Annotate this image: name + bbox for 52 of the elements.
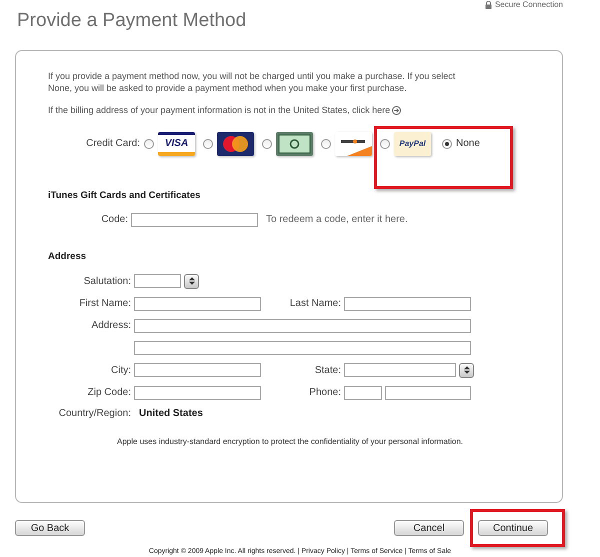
stepper-button[interactable] [184,274,199,288]
field-label: Country/Region: [58,408,132,418]
input-field[interactable] [134,363,261,377]
field-label: State: [314,364,342,376]
secure-connection-label: Secure Connection [494,0,563,9]
field-label: Phone: [308,387,342,398]
input-field[interactable] [134,296,261,310]
radio-button[interactable] [262,138,272,148]
lock-icon [484,0,492,8]
up-down-arrows-icon [188,277,194,285]
field-label: Last Name: [288,298,342,309]
radio-button[interactable] [380,138,390,148]
intro-paragraph: If you provide a payment method now, you will not be charged until you make a purchase. If you select None, you will be asked to provide a payment method when you make your first purchase. [48,71,456,94]
card-logo-icon [217,132,254,156]
action-button[interactable]: Continue [478,520,548,536]
section-heading: iTunes Gift Cards and Certificates [48,190,202,200]
field-label: Zip Code: [86,387,132,398]
input-field[interactable] [134,274,181,288]
field-label: Salutation: [82,276,132,286]
credit-card-label: Credit Card: [85,136,140,150]
card-logo-icon [276,132,313,156]
input-field[interactable] [344,296,471,310]
stepper-button[interactable] [459,362,474,378]
billing-note: If the billing address of your payment information is not in the United States, click here [48,105,390,115]
field-label: Code: [100,214,129,225]
field-value: United States [138,408,203,418]
encryption-note: Apple uses industry-standard encryption to protect the confidentiality of your personal information. [116,436,464,446]
card-logo-text: VISA [164,138,190,150]
card-logo-icon [335,132,372,156]
card-logo-text: PayPal [398,138,427,150]
field-label: Address: [90,320,132,331]
page-title: Provide a Payment Method [17,10,246,32]
action-button[interactable]: Go Back [15,520,85,536]
option-label: None [456,138,480,149]
action-button[interactable]: Cancel [394,520,464,536]
section-heading: Address [48,250,88,262]
input-field[interactable] [134,318,471,332]
radio-button[interactable] [144,138,154,148]
input-field[interactable] [134,386,261,400]
radio-button[interactable] [442,138,452,148]
hint-text: To redeem a code, enter it here. [266,214,408,225]
input-field[interactable] [344,386,382,400]
input-field[interactable] [344,363,456,377]
up-down-arrows-icon [464,366,470,374]
arrow-circle-icon[interactable] [392,106,402,115]
input-field[interactable] [131,212,258,226]
radio-button[interactable] [321,138,331,148]
input-field[interactable] [385,386,471,400]
radio-button[interactable] [203,138,213,148]
field-label: First Name: [78,298,132,309]
field-label: City: [110,364,132,376]
input-field[interactable] [134,340,471,354]
